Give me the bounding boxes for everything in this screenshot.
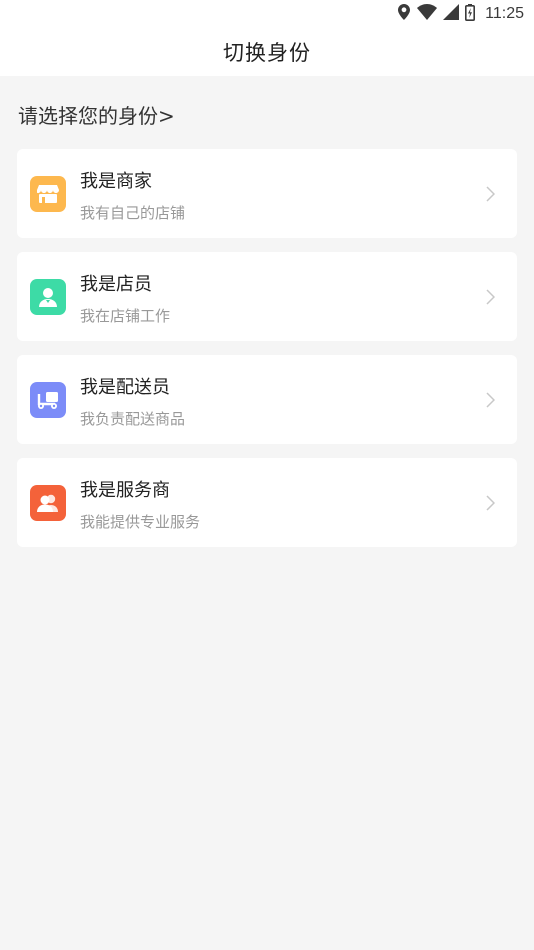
role-subtitle: 我负责配送商品 bbox=[80, 409, 186, 428]
chevron-right-icon bbox=[483, 494, 497, 512]
role-title: 我是商家 bbox=[80, 170, 152, 192]
status-time: 11:25 bbox=[485, 5, 524, 22]
battery-icon bbox=[465, 3, 476, 25]
role-subtitle: 我在店铺工作 bbox=[80, 306, 171, 325]
chevron-right-icon bbox=[483, 288, 497, 306]
store-icon bbox=[30, 175, 66, 212]
status-bar: 11:25 bbox=[0, 0, 534, 28]
delivery-icon bbox=[30, 381, 66, 418]
clerk-icon bbox=[30, 278, 66, 315]
role-subtitle: 我有自己的店铺 bbox=[80, 203, 186, 222]
location-icon bbox=[397, 4, 411, 24]
header: 切换身份 bbox=[0, 28, 534, 76]
identity-prompt: 请选择您的身份> bbox=[0, 76, 534, 149]
chevron-right-icon bbox=[483, 391, 497, 409]
prompt-text: 请选择您的身份> bbox=[18, 104, 175, 128]
signal-icon bbox=[443, 4, 460, 24]
role-subtitle: 我能提供专业服务 bbox=[80, 512, 201, 531]
role-title: 我是店员 bbox=[80, 273, 152, 295]
page-title: 切换身份 bbox=[223, 41, 311, 65]
chevron-right-icon bbox=[483, 185, 497, 203]
role-title: 我是服务商 bbox=[80, 479, 170, 501]
role-card-clerk[interactable]: 我是店员 我在店铺工作 bbox=[17, 252, 517, 341]
role-card-service-provider[interactable]: 我是服务商 我能提供专业服务 bbox=[17, 458, 517, 547]
service-provider-icon bbox=[30, 484, 66, 521]
role-title: 我是配送员 bbox=[80, 376, 170, 398]
role-card-delivery[interactable]: 我是配送员 我负责配送商品 bbox=[17, 355, 517, 444]
role-list: 我是商家 我有自己的店铺 我是店员 我在店铺工作 我是配送员 我负责配送商品 我… bbox=[0, 149, 534, 547]
role-card-merchant[interactable]: 我是商家 我有自己的店铺 bbox=[17, 149, 517, 238]
wifi-icon bbox=[417, 4, 438, 24]
